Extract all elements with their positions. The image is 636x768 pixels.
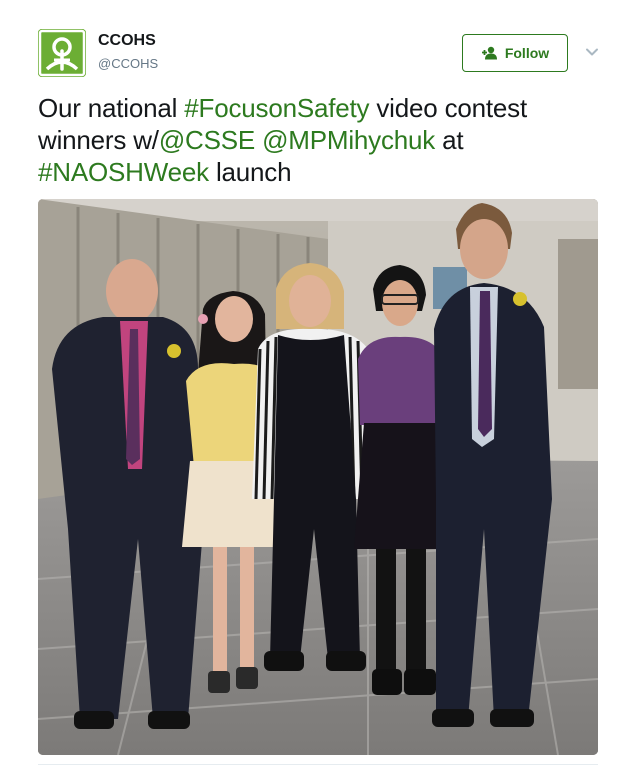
tweet-text-part: Our national [38, 93, 185, 123]
mention-link[interactable]: @CSSE [159, 125, 255, 155]
group-photo-image [38, 199, 598, 755]
tweet-menu-button[interactable] [584, 44, 600, 60]
follow-button-label: Follow [504, 45, 550, 61]
mention-link[interactable]: @MPMihychuk [262, 125, 435, 155]
tweet-text: Our national #FocusonSafety video contes… [38, 92, 598, 188]
follow-button[interactable]: Follow [462, 34, 568, 72]
account-name[interactable]: CCOHS [98, 32, 156, 50]
chevron-down-icon [586, 48, 598, 56]
divider [38, 764, 598, 765]
account-avatar[interactable] [38, 29, 86, 77]
add-user-icon [481, 46, 497, 60]
tweet-text-part: at [435, 125, 464, 155]
ccohs-logo-icon [38, 29, 86, 77]
hashtag-link[interactable]: #FocusonSafety [184, 93, 369, 123]
hashtag-link[interactable]: #NAOSHWeek [38, 157, 209, 187]
tweet-text-part [255, 125, 262, 155]
tweet-photo[interactable] [38, 199, 598, 755]
account-handle[interactable]: @CCOHS [98, 56, 158, 71]
tweet-text-part: launch [208, 157, 292, 187]
